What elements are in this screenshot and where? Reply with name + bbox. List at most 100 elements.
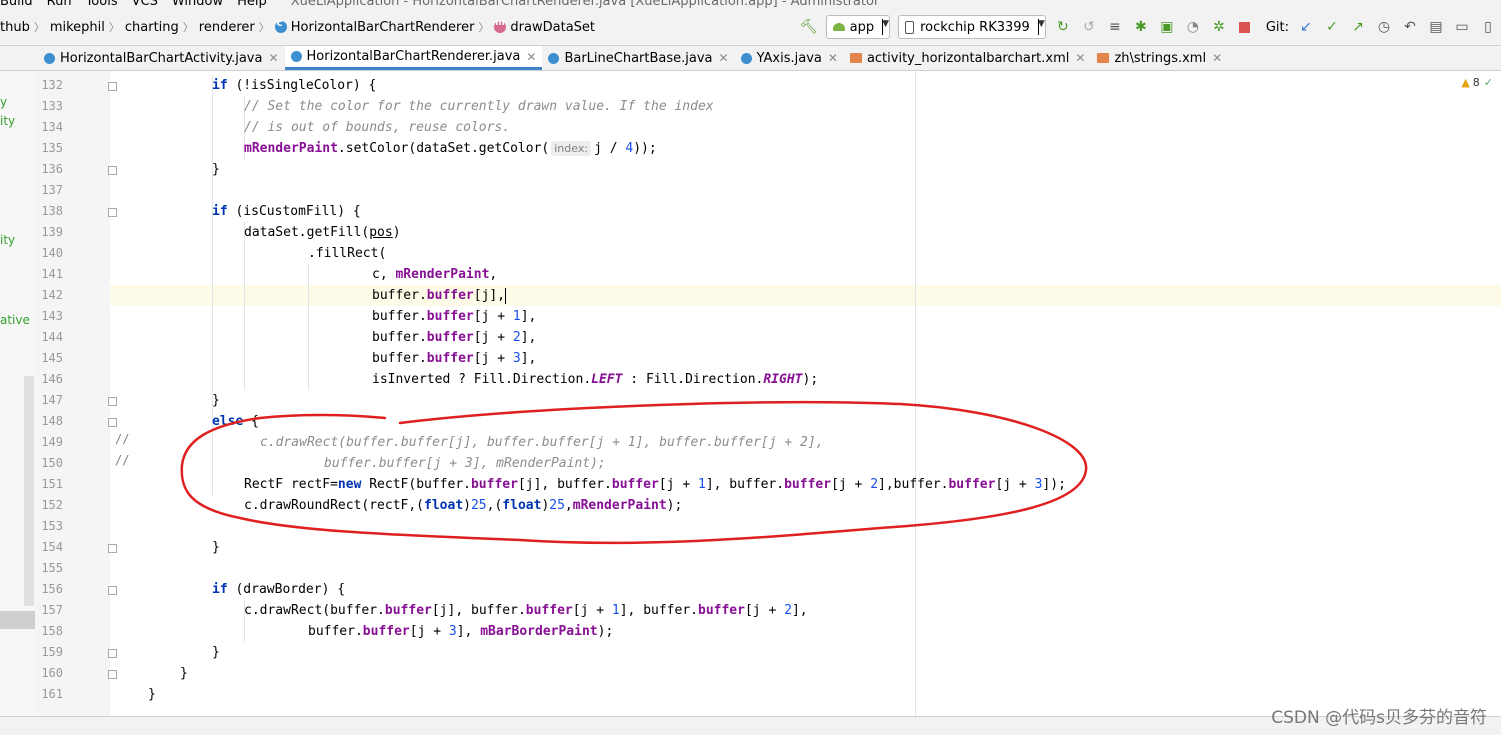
line-number: 150 <box>41 456 63 470</box>
code-line: if (!isSingleColor) { <box>212 78 377 93</box>
line-number: 157 <box>41 603 63 617</box>
line-number: 137 <box>41 183 63 197</box>
inspection-widget[interactable]: ▲ 8 ✓ <box>1461 76 1493 89</box>
menu-window[interactable]: Window <box>172 0 223 9</box>
project-panel[interactable]: y ity ity ative <box>0 71 36 716</box>
java-class-icon <box>740 52 752 64</box>
breadcrumb-item[interactable]: thub <box>0 20 30 35</box>
close-icon[interactable]: ✕ <box>268 51 278 65</box>
code-line: } <box>148 687 156 702</box>
code-line: dataSet.getFill(pos) <box>244 225 401 240</box>
line-number: 143 <box>41 309 63 323</box>
build-hammer-icon[interactable]: 🔨︎ <box>800 18 818 36</box>
code-line: mRenderPaint.setColor(dataSet.getColor(i… <box>244 141 657 156</box>
menu-help[interactable]: Help <box>237 0 267 9</box>
line-number: 151 <box>41 477 63 491</box>
code-line: // Set the color for the currently drawn… <box>244 99 714 114</box>
line-number: 138 <box>41 204 63 218</box>
line-number: 132 <box>41 78 63 92</box>
right-margin-guide <box>915 71 916 716</box>
menu-run[interactable]: Run <box>47 0 72 9</box>
line-number: 134 <box>41 120 63 134</box>
run-config-select[interactable]: app ▼ <box>825 15 891 39</box>
code-line: } <box>212 162 220 177</box>
line-number: 161 <box>41 687 63 701</box>
checkmark-icon: ✓ <box>1483 76 1493 89</box>
apply-changes-icon[interactable]: ↺ <box>1080 18 1098 36</box>
project-tree-fragment[interactable]: ity <box>0 114 15 128</box>
toolbar: 🔨︎ app ▼ rockchip RK3399 ▼ ↻ ↺ ≡ ✱ ▣ ◔ ✲ G… <box>796 9 1501 45</box>
tab-yaxis[interactable]: YAxis.java ✕ <box>735 46 844 70</box>
code-line: c, mRenderPaint, <box>372 267 498 282</box>
profile-icon[interactable]: ◔ <box>1184 18 1202 36</box>
git-update-icon[interactable]: ↙ <box>1297 18 1315 36</box>
code-line: c.drawRect(buffer.buffer[j], buffer.buff… <box>244 603 808 618</box>
code-line: } <box>180 666 188 681</box>
code-line: if (isCustomFill) { <box>212 204 361 219</box>
menu-build[interactable]: Build <box>0 0 33 9</box>
line-number: 149 <box>41 435 63 449</box>
history-icon[interactable]: ◷ <box>1375 18 1393 36</box>
line-number: 135 <box>41 141 63 155</box>
java-class-icon <box>44 52 55 64</box>
stop-icon[interactable] <box>1236 18 1254 36</box>
breadcrumb-item[interactable]: drawDataSet <box>510 20 595 35</box>
breadcrumb-item[interactable]: charting <box>125 20 179 35</box>
breadcrumb-item[interactable]: mikephil <box>50 20 105 35</box>
line-number: 142 <box>41 288 63 302</box>
panel-scrollbar[interactable] <box>24 376 34 606</box>
menu-tools[interactable]: Tools <box>86 0 118 9</box>
tab-horizontalbarchartrenderer[interactable]: HorizontalBarChartRenderer.java ✕ <box>284 46 543 70</box>
device-label: rockchip RK3399 <box>920 19 1030 35</box>
sdk-manager-icon[interactable]: ▭ <box>1453 18 1471 36</box>
method-icon <box>494 18 507 33</box>
line-number: 159 <box>41 645 63 659</box>
run-coverage-icon[interactable]: ▣ <box>1158 18 1176 36</box>
debug-icon[interactable]: ✱ <box>1132 18 1150 36</box>
line-number: 154 <box>41 540 63 554</box>
tab-activity-horizontalbarchart-xml[interactable]: activity_horizontalbarchart.xml ✕ <box>844 46 1092 70</box>
avd-manager-icon[interactable]: ▯ <box>1479 18 1497 36</box>
close-icon[interactable]: ✕ <box>828 51 838 65</box>
code-line: if (drawBorder) { <box>212 582 346 597</box>
indent-guide <box>308 264 309 390</box>
code-line: RectF rectF=new RectF(buffer.buffer[j], … <box>244 477 1066 492</box>
git-commit-icon[interactable]: ✓ <box>1323 18 1341 36</box>
rollback-icon[interactable]: ↶ <box>1401 18 1419 36</box>
project-tree-fragment[interactable]: ative <box>0 313 30 327</box>
java-class-icon <box>290 51 302 62</box>
device-select[interactable]: rockchip RK3399 ▼ <box>898 15 1046 39</box>
code-line: else { <box>212 414 259 429</box>
attach-debugger-icon[interactable]: ✲ <box>1210 18 1228 36</box>
chevron-right-icon: 〉 <box>258 21 270 34</box>
close-icon[interactable]: ✕ <box>719 51 729 65</box>
selected-tree-row[interactable] <box>0 611 35 629</box>
editor-gutter[interactable]: 132 133 134 135 136 137 138 139 140 141 … <box>35 71 129 716</box>
code-line: isInverted ? Fill.Direction.LEFT : Fill.… <box>372 372 819 387</box>
project-structure-icon[interactable]: ▤ <box>1427 18 1445 36</box>
rerun-icon[interactable]: ↻ <box>1054 18 1072 36</box>
breadcrumb-item[interactable]: HorizontalBarChartRenderer <box>291 20 475 35</box>
code-editor[interactable]: if (!isSingleColor) { // Set the color f… <box>110 71 1501 716</box>
breadcrumb-item[interactable]: renderer <box>199 20 255 35</box>
close-icon[interactable]: ✕ <box>1075 51 1085 65</box>
close-icon[interactable]: ✕ <box>526 50 536 64</box>
tab-barlinechartbase[interactable]: BarLineChartBase.java ✕ <box>542 46 734 70</box>
apply-code-changes-icon[interactable]: ≡ <box>1106 18 1124 36</box>
close-icon[interactable]: ✕ <box>1212 51 1222 65</box>
line-number: 145 <box>41 351 63 365</box>
indent-guide <box>212 75 213 495</box>
tab-horizontalbarchartactivity[interactable]: HorizontalBarChartActivity.java ✕ <box>0 46 285 70</box>
line-number: 158 <box>41 624 63 638</box>
line-number: 139 <box>41 225 63 239</box>
tab-label: HorizontalBarChartActivity.java <box>60 50 263 66</box>
tab-strings-xml[interactable]: zh\strings.xml ✕ <box>1091 46 1228 70</box>
project-tree-fragment[interactable]: y <box>0 95 7 109</box>
tab-label: activity_horizontalbarchart.xml <box>866 50 1070 66</box>
tab-label: BarLineChartBase.java <box>564 50 713 66</box>
editor-tab-bar: HorizontalBarChartActivity.java ✕ Horizon… <box>0 46 1501 71</box>
line-number: 148 <box>41 414 63 428</box>
menu-vcs[interactable]: VCS <box>132 0 158 9</box>
project-tree-fragment[interactable]: ity <box>0 233 15 247</box>
git-push-icon[interactable]: ↗ <box>1349 18 1367 36</box>
